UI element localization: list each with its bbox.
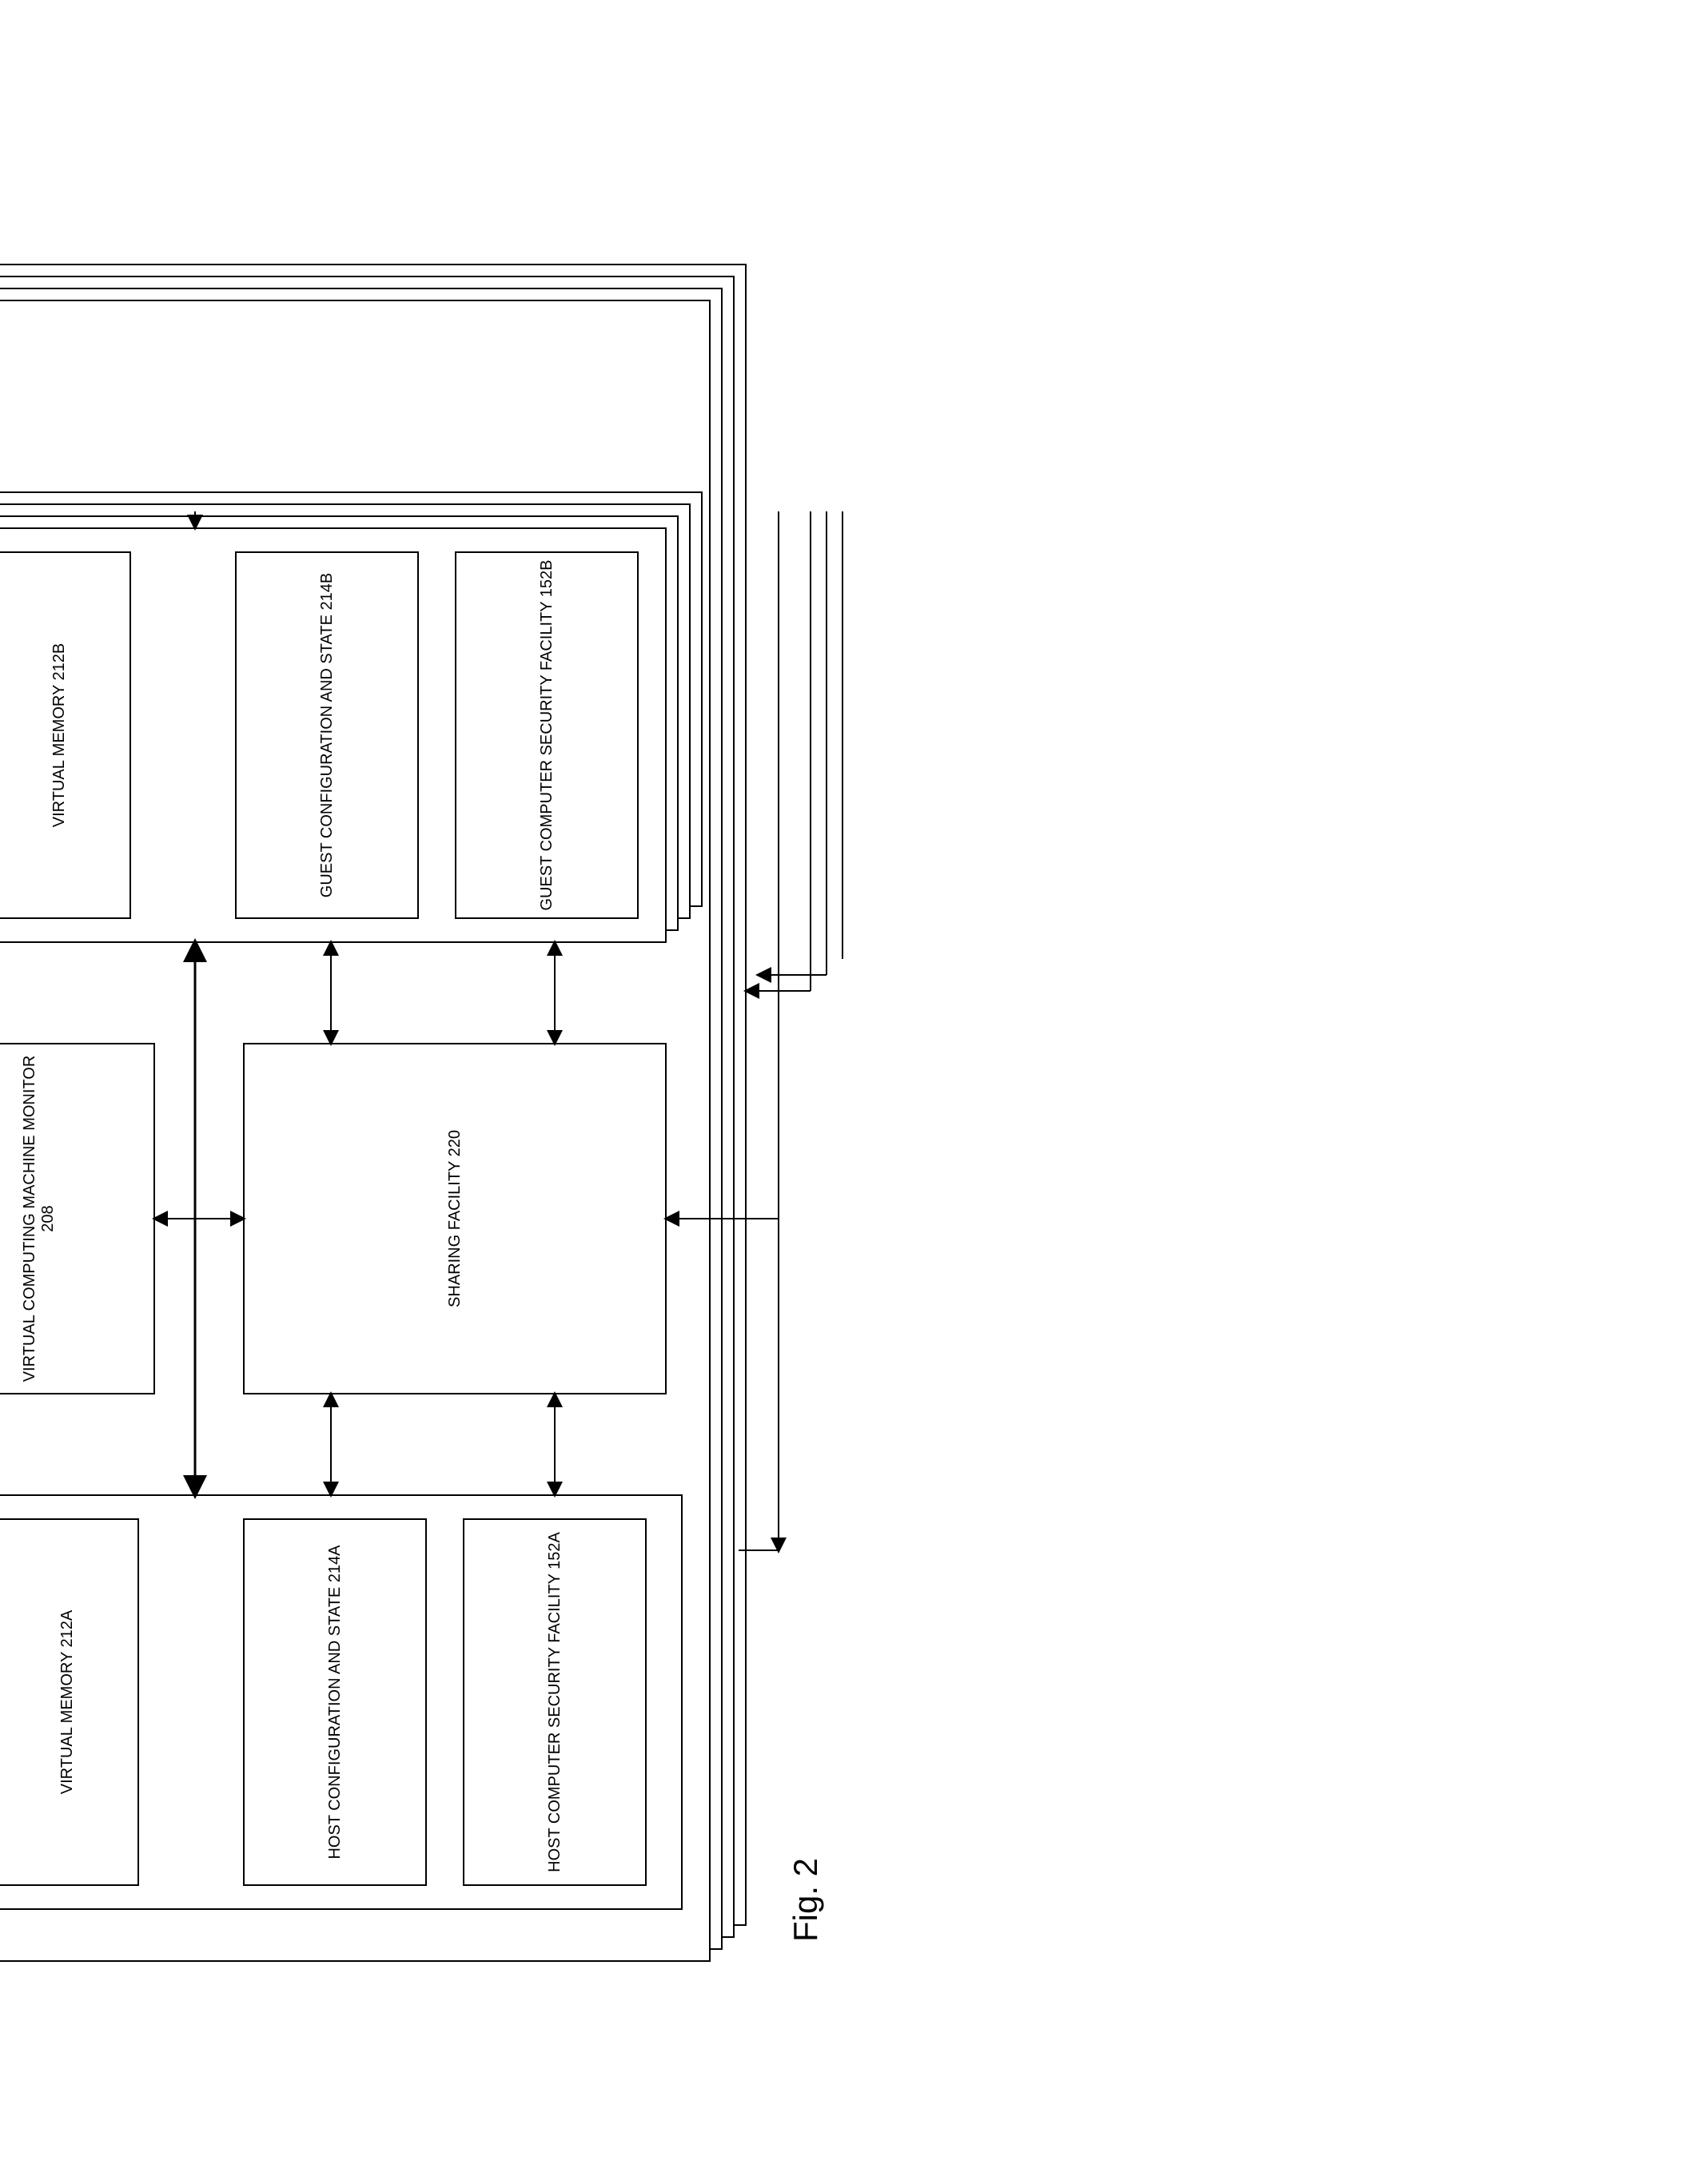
guest-security-facility: GUEST COMPUTER SECURITY FACILITY 152B	[455, 551, 639, 919]
sharing-facility: SHARING FACILITY 220	[243, 1043, 667, 1394]
diagram-container: PHYSICAL COMPUTING MACHINE 202 VIRTUAL C…	[0, 511, 1602, 2030]
guest-virtual-memory: VIRTUAL MEMORY 212B	[0, 551, 131, 919]
host-config-state: HOST CONFIGURATION AND STATE 214A	[243, 1518, 427, 1886]
vcm-monitor: VIRTUAL COMPUTING MACHINE MONITOR 208	[0, 1043, 155, 1394]
guest-config-state: GUEST CONFIGURATION AND STATE 214B	[235, 551, 419, 919]
host-virtual-memory: VIRTUAL MEMORY 212A	[0, 1518, 139, 1886]
figure-label: Fig. 2	[787, 1858, 1538, 1942]
host-security-facility: HOST COMPUTER SECURITY FACILITY 152A	[463, 1518, 647, 1886]
